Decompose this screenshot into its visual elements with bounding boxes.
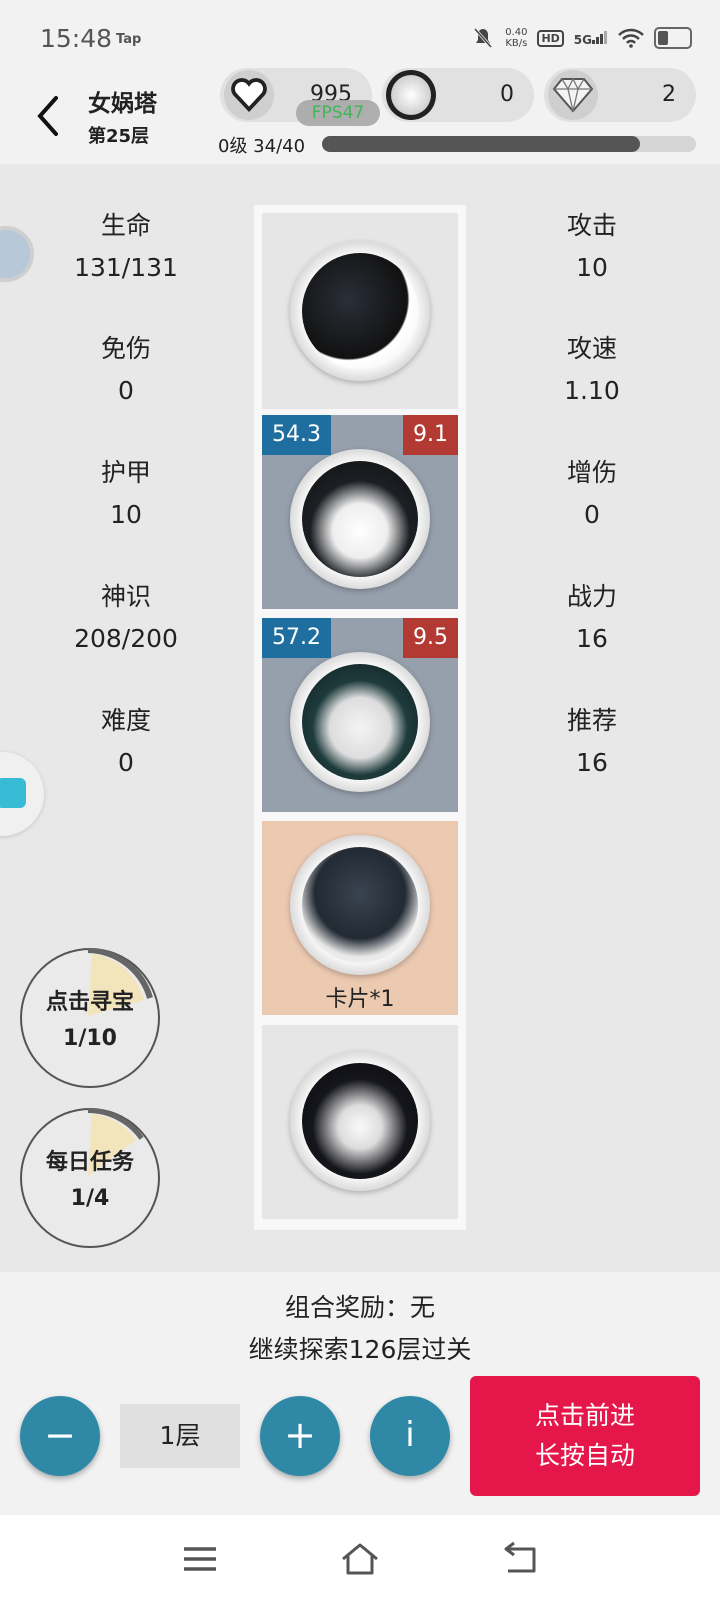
card-girl[interactable] [262,1025,458,1219]
home-icon[interactable] [340,1541,380,1577]
stat-damage-bonus: 增伤 0 [566,458,617,529]
daily-task-progress-ring [87,1108,145,1176]
card-fox-enemy[interactable]: 54.3 9.1 [262,415,458,609]
card-dragon-enemy[interactable]: 57.2 9.5 [262,618,458,812]
level-progress-bar [322,136,696,152]
stat-damage-reduction: 免伤 0 [100,334,151,405]
back-arrow-icon[interactable] [30,94,70,138]
system-nav-bar [0,1515,720,1600]
footer-panel: 组合奖励：无 继续探索126层过关 − 1层 + i 点击前进 长按自动 [0,1272,720,1515]
diamond-currency[interactable]: 2 [544,68,696,122]
floor-input[interactable]: 1层 [120,1404,240,1468]
explore-hint-text: 继续探索126层过关 [248,1335,472,1364]
fox-medal-icon [290,449,430,589]
increase-floor-button[interactable]: + [260,1396,340,1476]
battery-icon [654,27,692,49]
status-icons: 0.40 KB/s HD 5G [471,26,692,50]
combo-reward-text: 组合奖励：无 [284,1293,435,1322]
daily-task-label: 每日任务 [45,1150,134,1175]
coin-value: 0 [500,82,514,107]
header: 女娲塔 第25层 995 0 2 FPS47 0级 34/40 [0,68,720,164]
page-title: 女娲塔 [88,91,157,117]
coin-icon [386,70,436,120]
stat-recommended: 推荐 16 [566,706,617,777]
diamond-value: 2 [662,82,676,107]
daily-task-button[interactable]: 每日任务 1/4 [20,1108,160,1248]
wifi-icon [618,28,644,48]
info-button[interactable]: i [370,1396,450,1476]
floor-cards-column: 54.3 9.1 57.2 9.5 卡片*1 [254,205,466,1230]
menu-icon[interactable] [180,1541,220,1577]
stat-attack-speed: 攻速 1.10 [564,334,620,405]
mute-bell-icon [474,28,493,48]
dragon-medal-icon [290,652,430,792]
stat-power: 战力 16 [566,582,617,653]
coin-currency[interactable]: 0 [382,68,534,122]
reward-label: 卡片*1 [325,987,395,1012]
back-icon[interactable] [500,1541,540,1577]
enemy-attack-tag: 9.1 [403,415,458,455]
signal-5g-icon: 5G [574,30,608,47]
stat-difficulty: 难度 0 [100,706,151,777]
treasure-progress-ring [87,948,153,1016]
hd-icon: HD [537,29,564,47]
side-avatar-button[interactable] [0,226,34,282]
heart-icon [224,70,274,120]
decrease-floor-button[interactable]: − [20,1396,100,1476]
girl-medal-icon [290,1051,430,1191]
level-text: 0级 34/40 [218,136,306,157]
cloud-medal-icon [290,835,430,975]
floor-subtitle: 第25层 [88,126,150,147]
stat-hp: 生命 131/131 [74,211,178,282]
stat-attack: 攻击 10 [566,211,617,282]
side-chat-button[interactable] [0,752,44,836]
chat-icon [0,778,26,808]
stat-armor: 护甲 10 [100,458,151,529]
enemy-hp-tag: 54.3 [262,415,331,455]
status-time: 15:48 [40,24,113,53]
fps-overlay: FPS47 [296,100,380,126]
stat-spirit: 神识 208/200 [74,582,178,653]
treasure-hunt-label: 点击寻宝 [45,990,134,1015]
advance-label: 点击前进 [534,1401,635,1430]
auto-label: 长按自动 [534,1441,635,1470]
tap-icon: Tap [116,32,142,47]
diamond-icon [548,70,598,120]
enemy-attack-tag: 9.5 [403,618,458,658]
card-reward[interactable]: 卡片*1 [262,821,458,1015]
daily-task-count: 1/4 [70,1186,110,1211]
treasure-hunt-count: 1/10 [63,1026,117,1051]
card-stairs[interactable] [262,213,458,409]
net-speed: 0.40 KB/s [505,27,528,49]
enemy-hp-tag: 57.2 [262,618,331,658]
advance-button[interactable]: 点击前进 长按自动 [470,1376,700,1496]
stairs-medal-icon [290,241,430,381]
treasure-hunt-button[interactable]: 点击寻宝 1/10 [20,948,160,1088]
